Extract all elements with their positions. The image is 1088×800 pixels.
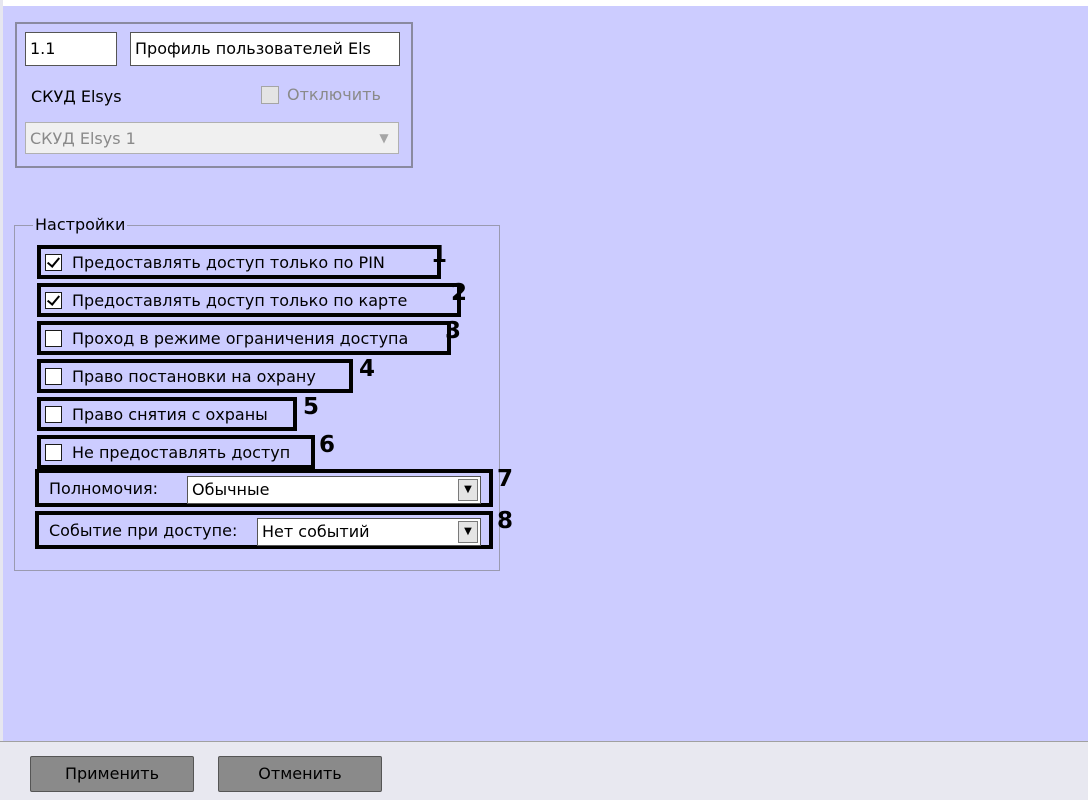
- checkbox-card-only[interactable]: Предоставлять доступ только по карте: [37, 283, 461, 317]
- marker-label: 6: [319, 432, 336, 458]
- left-edge: [0, 0, 3, 800]
- checkbox-box: [45, 329, 62, 347]
- checkbox-pin-only[interactable]: Предоставлять доступ только по PIN: [37, 245, 441, 279]
- cancel-button[interactable]: Отменить: [218, 756, 382, 792]
- chevron-down-icon[interactable]: ▼: [458, 521, 478, 543]
- marker-label: 5: [303, 394, 320, 420]
- object-name-field[interactable]: Профиль пользователей Els: [130, 32, 400, 66]
- marker-label: 2: [451, 280, 468, 306]
- checkbox-label: Предоставлять доступ только по карте: [72, 290, 408, 310]
- checkbox-label: Не предоставлять доступ: [72, 442, 291, 462]
- disable-checkbox-box: [261, 85, 279, 104]
- parent-object-select[interactable]: СКУД Elsys 1 ▼: [25, 122, 399, 154]
- access-event-row: Событие при доступе: Нет событий ▼: [35, 511, 493, 549]
- checkbox-label: Право постановки на охрану: [72, 366, 316, 386]
- access-event-value: Нет событий: [262, 522, 370, 541]
- object-type-label: СКУД Elsys: [31, 87, 122, 106]
- object-panel: 1.1 Профиль пользователей Els СКУД Elsys…: [15, 22, 413, 168]
- apply-button[interactable]: Применить: [30, 756, 194, 792]
- checkbox-box: [45, 405, 62, 423]
- marker-label: 1: [431, 242, 448, 268]
- checkbox-box: [45, 367, 62, 385]
- checkbox-box: [45, 253, 62, 271]
- authority-value: Обычные: [192, 480, 270, 499]
- header-caption-strip: [0, 0, 1088, 6]
- bottom-button-bar: Применить Отменить: [0, 741, 1088, 800]
- access-event-select[interactable]: Нет событий ▼: [257, 518, 481, 546]
- disable-checkbox-label: Отключить: [287, 85, 381, 104]
- disable-checkbox[interactable]: Отключить: [261, 85, 381, 104]
- checkbox-label: Проход в режиме ограничения доступа: [72, 328, 409, 348]
- settings-group-title: Настройки: [33, 215, 128, 234]
- checkbox-restricted-mode[interactable]: Проход в режиме ограничения доступа: [37, 321, 451, 355]
- checkbox-label: Предоставлять доступ только по PIN: [72, 252, 385, 272]
- chevron-down-icon: ▼: [379, 131, 389, 145]
- parent-object-value: СКУД Elsys 1: [30, 129, 136, 148]
- marker-label: 8: [497, 508, 514, 534]
- checkbox-box: [45, 291, 62, 309]
- authority-label: Полномочия:: [49, 478, 159, 498]
- settings-group: Настройки Предоставлять доступ только по…: [14, 215, 513, 571]
- checkbox-label: Право снятия с охраны: [72, 404, 268, 424]
- chevron-down-icon[interactable]: ▼: [458, 479, 478, 501]
- marker-label: 4: [359, 356, 376, 382]
- access-event-label: Событие при доступе:: [49, 520, 238, 540]
- checkbox-box: [45, 443, 62, 461]
- checkbox-deny-access[interactable]: Не предоставлять доступ: [37, 435, 315, 469]
- marker-label: 3: [445, 318, 462, 344]
- authority-row: Полномочия: Обычные ▼: [35, 469, 493, 507]
- checkbox-arm-right[interactable]: Право постановки на охрану: [37, 359, 353, 393]
- checkbox-disarm-right[interactable]: Право снятия с охраны: [37, 397, 297, 431]
- authority-select[interactable]: Обычные ▼: [187, 476, 481, 504]
- marker-label: 7: [497, 466, 514, 492]
- object-id-field[interactable]: 1.1: [25, 32, 117, 66]
